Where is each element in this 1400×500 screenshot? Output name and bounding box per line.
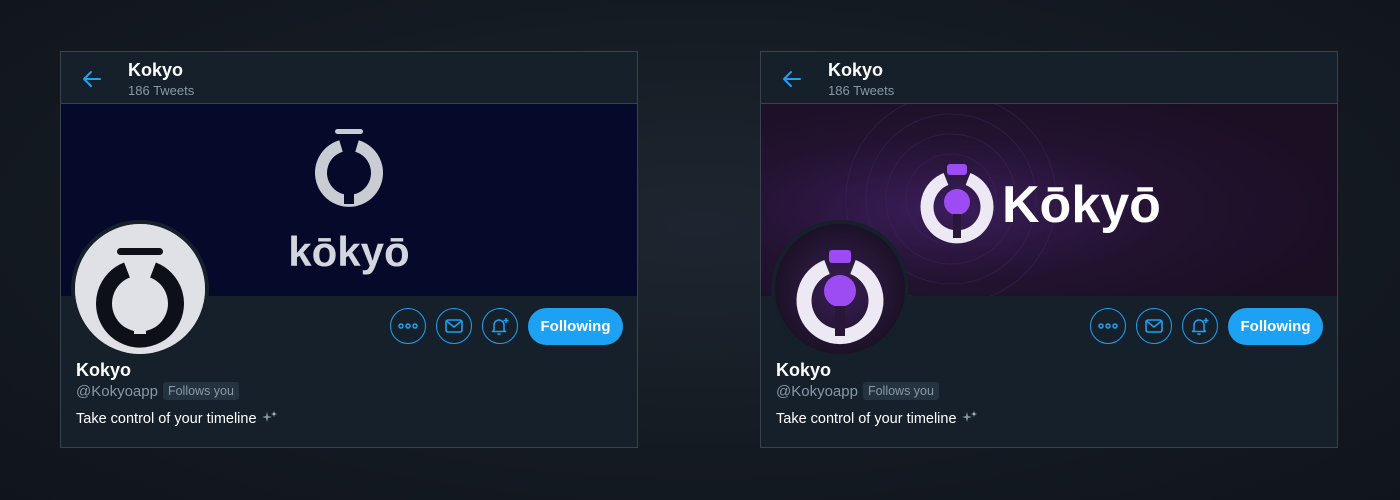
notifications-button[interactable] [1182, 308, 1218, 344]
profile-header: Kokyo 186 Tweets [61, 52, 637, 104]
banner-wordmark: Kōkyō [1002, 176, 1161, 234]
bio-text: Take control of your timeline [76, 411, 257, 427]
bell-plus-icon [491, 318, 509, 336]
profile-handle[interactable]: @Kokyoapp [76, 383, 158, 400]
message-button[interactable] [436, 308, 472, 344]
profile-actions: Following [390, 307, 623, 345]
handle-row: @Kokyoapp Follows you [76, 382, 239, 400]
sparkles-icon [261, 410, 278, 428]
following-button[interactable]: Following [1228, 307, 1323, 345]
profile-name: Kokyo [776, 360, 832, 380]
header-title: Kokyo [128, 60, 184, 80]
more-icon [398, 323, 418, 329]
sparkles-icon [961, 410, 978, 428]
bell-plus-icon [1191, 318, 1209, 336]
back-arrow-icon[interactable] [81, 68, 103, 90]
profile-actions: Following [1090, 307, 1323, 345]
mail-icon [445, 319, 463, 333]
tweet-count: 186 Tweets [128, 83, 195, 98]
back-arrow-icon[interactable] [781, 68, 803, 90]
mail-icon [1145, 319, 1163, 333]
follows-you-badge: Follows you [162, 382, 239, 400]
notifications-button[interactable] [482, 308, 518, 344]
profile-name: Kokyo [76, 360, 132, 380]
avatar[interactable] [71, 220, 209, 358]
profile-bio: Take control of your timeline [76, 410, 278, 428]
more-button[interactable] [1090, 308, 1126, 344]
bio-text: Take control of your timeline [776, 411, 957, 427]
more-button[interactable] [390, 308, 426, 344]
handle-row: @Kokyoapp Follows you [776, 382, 939, 400]
profile-handle[interactable]: @Kokyoapp [776, 383, 858, 400]
following-button[interactable]: Following [528, 307, 623, 345]
avatar[interactable] [771, 220, 909, 358]
tweet-count: 186 Tweets [828, 83, 895, 98]
more-icon [1098, 323, 1118, 329]
profile-card-purple: Kokyo 186 Tweets Kōkyō Following Kokyo @… [760, 51, 1338, 448]
profile-header: Kokyo 186 Tweets [761, 52, 1337, 104]
header-title: Kokyo [828, 60, 884, 80]
profile-bio: Take control of your timeline [776, 410, 978, 428]
follows-you-badge: Follows you [862, 382, 939, 400]
banner-wordmark: kōkyō [288, 228, 409, 275]
message-button[interactable] [1136, 308, 1172, 344]
profile-card-dark-blue: Kokyo 186 Tweets kōkyō Following Kokyo @… [60, 51, 638, 448]
